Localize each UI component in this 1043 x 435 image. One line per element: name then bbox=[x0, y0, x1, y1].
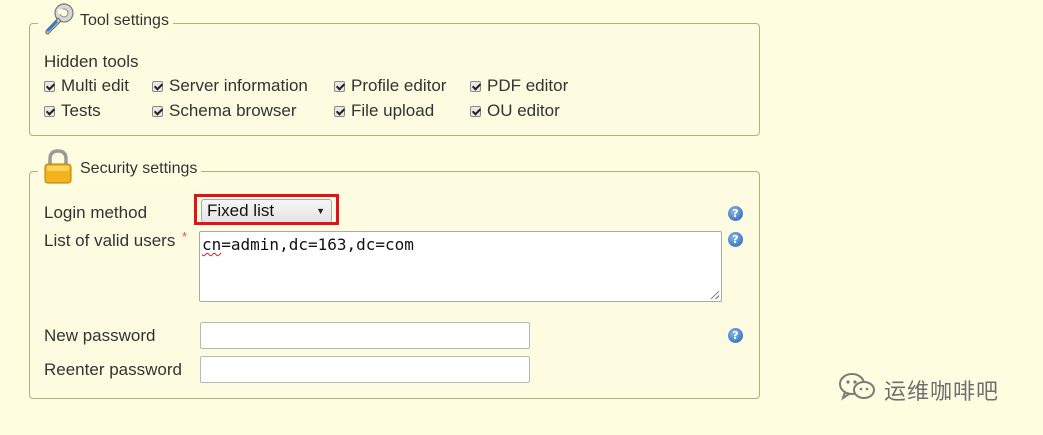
resize-handle[interactable] bbox=[711, 291, 719, 299]
new-password-input[interactable] bbox=[200, 322, 530, 349]
watermark-text: 运维咖啡吧 bbox=[884, 380, 1000, 405]
security-settings-legend: Security settings bbox=[38, 148, 202, 191]
wrench-icon bbox=[40, 1, 76, 42]
watermark: 运维咖啡吧 bbox=[838, 371, 999, 409]
checkbox-tests[interactable]: Tests bbox=[44, 101, 101, 121]
help-icon[interactable]: ? bbox=[728, 206, 743, 221]
checkbox-box[interactable] bbox=[334, 105, 345, 117]
checkbox-schema-browser[interactable]: Schema browser bbox=[152, 101, 297, 121]
login-method-value: Fixed list bbox=[207, 201, 275, 220]
tool-settings-legend: Tool settings bbox=[38, 1, 173, 42]
checkbox-box[interactable] bbox=[152, 80, 163, 92]
login-method-select[interactable]: Fixed list ▼ bbox=[201, 199, 332, 223]
checkbox-box[interactable] bbox=[44, 80, 55, 92]
checkbox-box[interactable] bbox=[44, 105, 55, 117]
required-marker: * bbox=[182, 229, 188, 244]
checkbox-ou-editor[interactable]: OU editor bbox=[470, 101, 560, 121]
wechat-icon bbox=[838, 371, 876, 409]
security-settings-title: Security settings bbox=[80, 160, 198, 177]
padlock-icon bbox=[40, 148, 76, 191]
valid-users-text: =admin,dc=163,dc=com bbox=[221, 235, 414, 254]
reenter-password-label: Reenter password bbox=[44, 360, 182, 379]
checkbox-box[interactable] bbox=[152, 105, 163, 117]
checkbox-multi-edit[interactable]: Multi edit bbox=[44, 76, 129, 96]
checkbox-box[interactable] bbox=[334, 80, 345, 92]
checkbox-file-upload[interactable]: File upload bbox=[334, 101, 434, 121]
reenter-password-input[interactable] bbox=[200, 356, 530, 383]
new-password-label: New password bbox=[44, 326, 156, 345]
spellcheck-error-text: cn bbox=[202, 235, 222, 254]
help-icon[interactable]: ? bbox=[728, 232, 743, 247]
checkbox-pdf-editor[interactable]: PDF editor bbox=[470, 76, 568, 96]
dropdown-arrow-icon: ▼ bbox=[316, 206, 325, 216]
tool-settings-title: Tool settings bbox=[80, 12, 169, 29]
help-icon[interactable]: ? bbox=[728, 328, 743, 343]
hidden-tools-label: Hidden tools bbox=[44, 52, 139, 71]
login-method-label: Login method bbox=[44, 203, 148, 222]
valid-users-textarea[interactable]: cn=admin,dc=163,dc=com bbox=[199, 231, 722, 302]
checkbox-server-information[interactable]: Server information bbox=[152, 76, 308, 96]
valid-users-label: List of valid users bbox=[44, 231, 176, 250]
checkbox-profile-editor[interactable]: Profile editor bbox=[334, 76, 446, 96]
checkbox-box[interactable] bbox=[470, 80, 481, 92]
checkbox-box[interactable] bbox=[470, 105, 481, 117]
